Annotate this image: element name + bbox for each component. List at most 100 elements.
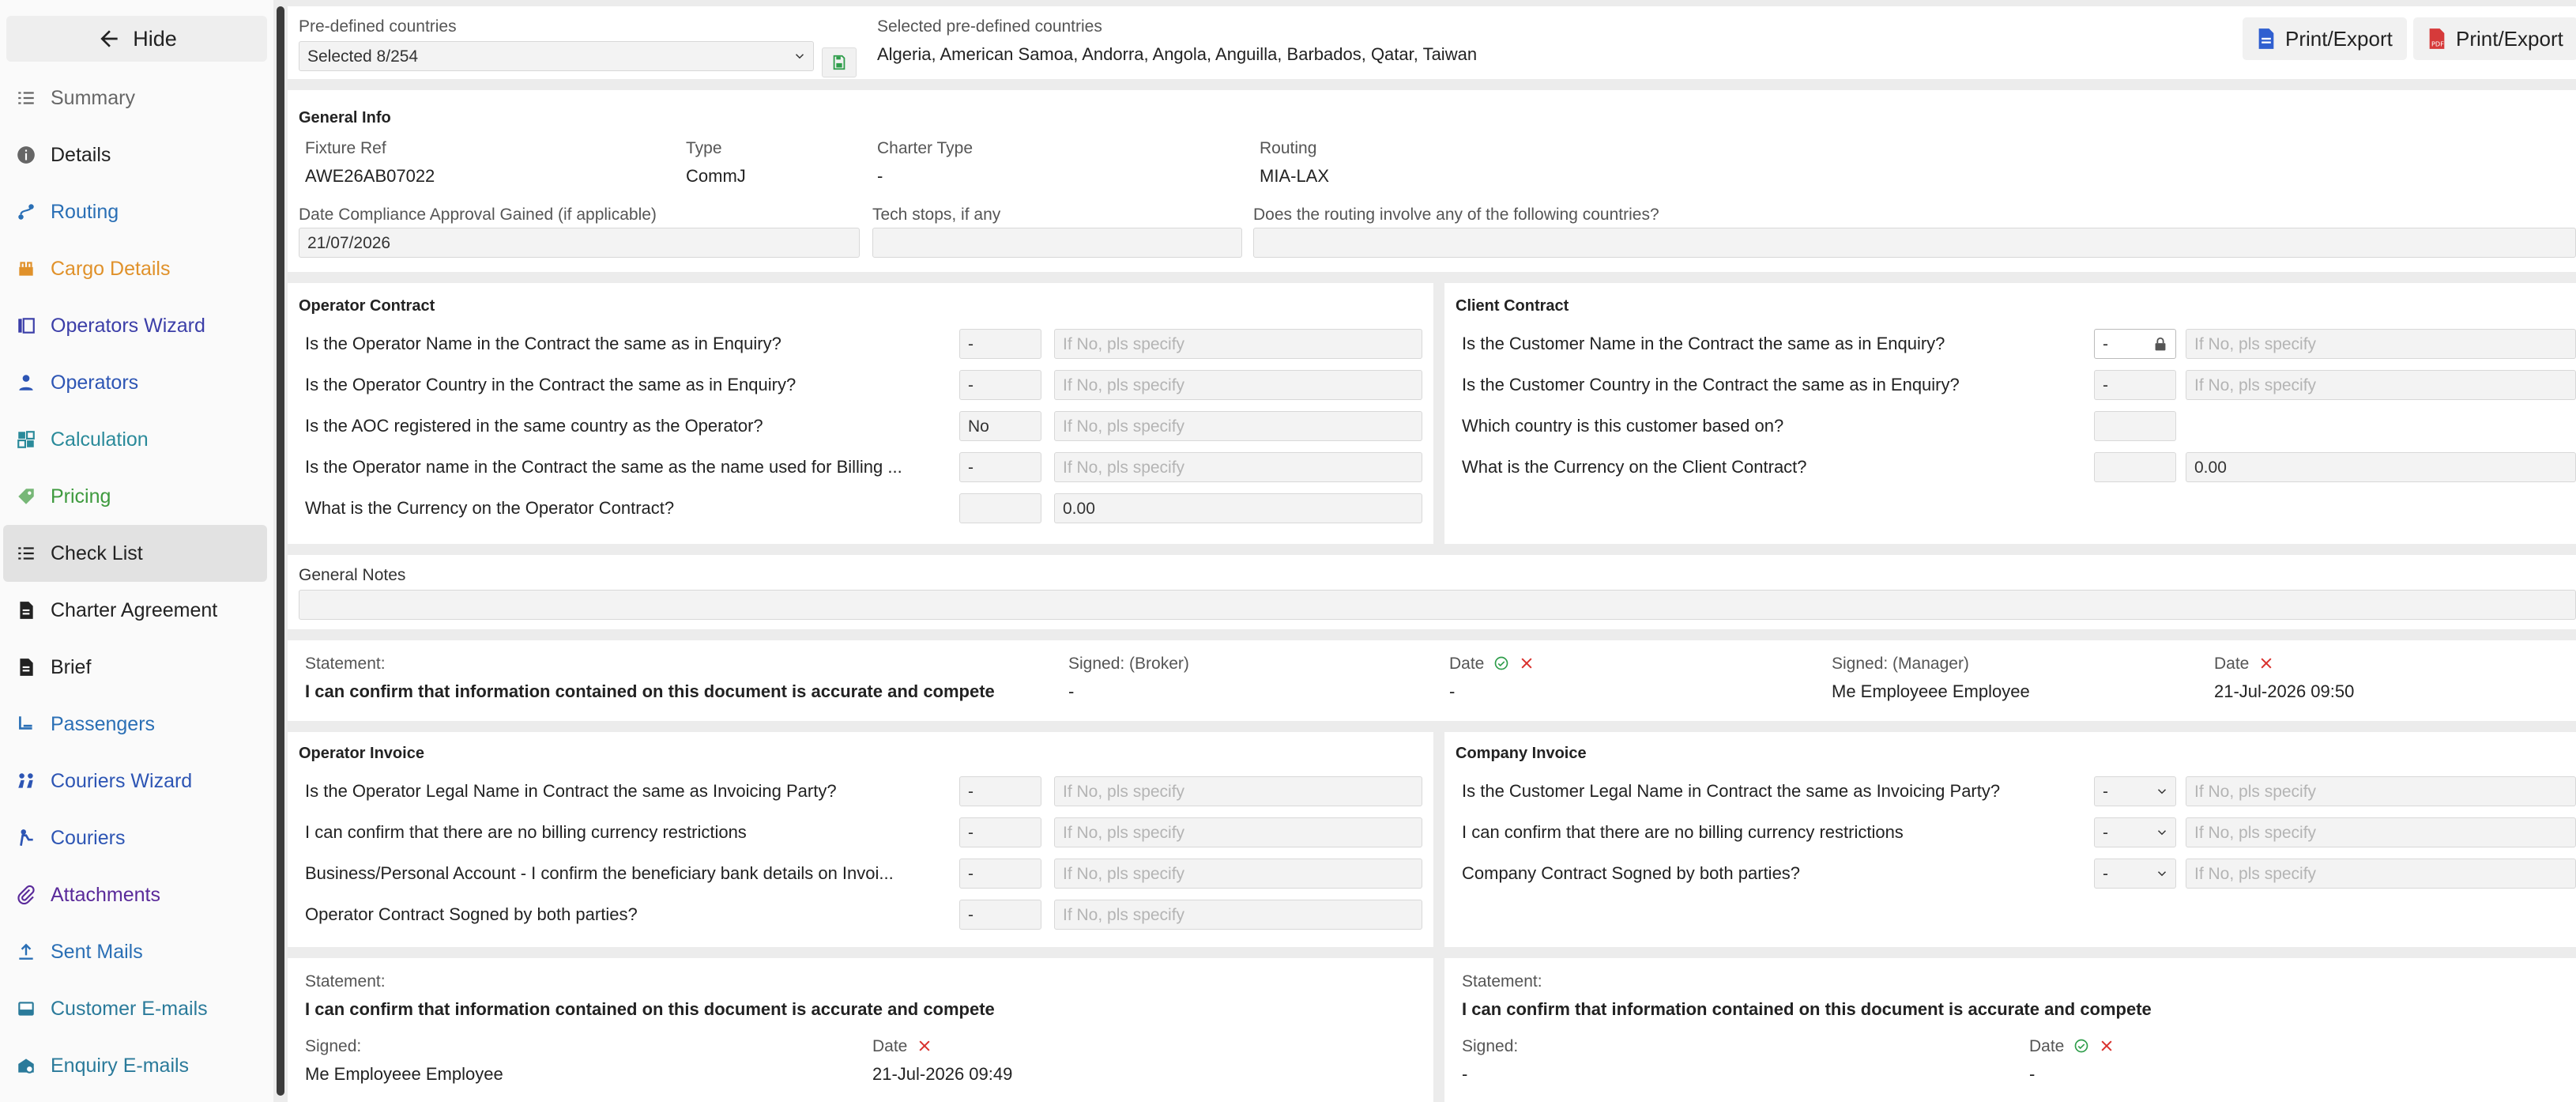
sidebar-item-attachments[interactable]: Attachments (0, 866, 273, 923)
answer-field[interactable]: - (959, 370, 1041, 400)
specify-input[interactable]: 0.00 (2186, 452, 2576, 482)
answer-field[interactable]: - (959, 859, 1041, 889)
answer-field[interactable] (2094, 411, 2176, 441)
question-text: Is the Operator Legal Name in Contract t… (305, 781, 837, 801)
document-icon (16, 600, 36, 621)
sidebar-item-sent-mails[interactable]: Sent Mails (0, 923, 273, 980)
sidebar-nav: Summary Details Routing Cargo Details Operat… (0, 70, 273, 1094)
tech-stops-input[interactable] (872, 228, 1242, 258)
sidebar-item-operators[interactable]: Operators (0, 354, 273, 411)
answer-field[interactable] (959, 493, 1041, 523)
predefined-countries-select[interactable]: Selected 8/254 (299, 41, 814, 71)
selected-countries-label: Selected pre-defined countries (877, 17, 1102, 36)
fixture-ref-value: AWE26AB07022 (305, 166, 435, 186)
enquiry-mail-icon (16, 1055, 36, 1076)
specify-input[interactable]: If No, pls specify (1054, 859, 1422, 889)
answer-select[interactable]: - (2094, 776, 2176, 806)
sidebar-item-summary[interactable]: Summary (0, 70, 273, 126)
signed-label: Signed: (1462, 1037, 1519, 1055)
check-circle-icon[interactable] (2073, 1038, 2089, 1054)
question-text: What is the Currency on the Operator Con… (305, 498, 675, 518)
sidebar-item-charter-agreement[interactable]: Charter Agreement (0, 582, 273, 639)
specify-input[interactable]: If No, pls specify (1054, 329, 1422, 359)
hide-sidebar-button[interactable]: Hide (6, 16, 267, 62)
question-text: Is the Customer Name in the Contract the… (1462, 334, 1945, 353)
chevron-down-icon (2157, 789, 2167, 794)
signed-value: Me Employeee Employee (305, 1064, 503, 1084)
hide-label: Hide (133, 26, 177, 51)
answer-field[interactable]: - (2094, 329, 2176, 359)
specify-input[interactable]: If No, pls specify (2186, 776, 2576, 806)
sidebar-item-enquiry-e-mails[interactable]: Enquiry E-mails (0, 1037, 273, 1094)
specify-input[interactable]: If No, pls specify (1054, 900, 1422, 930)
sidebar-item-operators-wizard[interactable]: Operators Wizard (0, 297, 273, 354)
sidebar-item-routing[interactable]: Routing (0, 183, 273, 240)
chevron-down-icon (2157, 871, 2167, 877)
general-info-title: General Info (299, 109, 391, 126)
specify-input[interactable]: If No, pls specify (1054, 817, 1422, 847)
specify-input[interactable]: If No, pls specify (1054, 776, 1422, 806)
answer-value: - (2103, 783, 2108, 801)
answer-field[interactable]: - (959, 329, 1041, 359)
close-icon[interactable] (917, 1038, 932, 1054)
sidebar-item-couriers-wizard[interactable]: Couriers Wizard (0, 753, 273, 810)
answer-field[interactable]: - (959, 900, 1041, 930)
answer-value: - (968, 376, 974, 394)
answer-field[interactable]: - (959, 452, 1041, 482)
question-text: Is the AOC registered in the same countr… (305, 416, 763, 436)
sidebar-item-label: Calculation (51, 428, 149, 451)
print-export-button-pdf[interactable]: PDF Print/Export (2413, 17, 2576, 60)
save-icon (833, 55, 845, 70)
specify-input[interactable]: If No, pls specify (1054, 370, 1422, 400)
sidebar-item-couriers[interactable]: Couriers (0, 810, 273, 866)
answer-field[interactable]: - (959, 817, 1041, 847)
sidebar-item-check-list[interactable]: Check List (3, 525, 267, 582)
answer-value: - (968, 906, 974, 924)
general-notes-input[interactable] (299, 590, 2576, 620)
sidebar-item-cargo-details[interactable]: Cargo Details (0, 240, 273, 297)
specify-input[interactable]: If No, pls specify (1054, 452, 1422, 482)
answer-field[interactable]: No (959, 411, 1041, 441)
document-icon (2258, 28, 2274, 49)
specify-input[interactable]: If No, pls specify (1054, 411, 1422, 441)
date-compliance-input[interactable]: 21/07/2026 (299, 228, 860, 258)
answer-value: - (968, 865, 974, 883)
close-icon[interactable] (2258, 655, 2274, 671)
statement-label: Statement: (1462, 972, 1542, 991)
answer-field[interactable] (2094, 452, 2176, 482)
sidebar-item-label: Couriers Wizard (51, 769, 193, 792)
sidebar-item-passengers[interactable]: Passengers (0, 696, 273, 753)
sidebar-item-calculation[interactable]: Calculation (0, 411, 273, 468)
routing-countries-input[interactable] (1253, 228, 2576, 258)
sidebar-scrollbar[interactable] (277, 6, 284, 1096)
routing-label: Routing (1260, 139, 1317, 157)
specify-input[interactable]: 0.00 (1054, 493, 1422, 523)
sidebar-item-label: Check List (51, 542, 143, 564)
specify-input[interactable]: If No, pls specify (2186, 329, 2576, 359)
sidebar-item-pricing[interactable]: Pricing (0, 468, 273, 525)
sidebar-item-customer-e-mails[interactable]: Customer E-mails (0, 980, 273, 1037)
date-label-2: Date (2214, 655, 2274, 674)
answer-field[interactable]: - (2094, 370, 2176, 400)
main-content: Pre-defined countries Selected 8/254 Sel… (288, 0, 2576, 1102)
statement-panel-1: Statement: I can confirm that informatio… (288, 640, 2576, 721)
answer-select[interactable]: - (2094, 817, 2176, 847)
answer-select[interactable]: - (2094, 859, 2176, 889)
sidebar-item-label: Sent Mails (51, 940, 143, 963)
answer-field[interactable]: - (959, 776, 1041, 806)
close-icon[interactable] (1519, 655, 1535, 671)
statement-text: I can confirm that information contained… (305, 999, 995, 1019)
save-countries-button[interactable] (822, 47, 857, 77)
specify-input[interactable]: If No, pls specify (2186, 817, 2576, 847)
check-circle-icon[interactable] (1493, 655, 1509, 671)
close-icon[interactable] (2099, 1038, 2115, 1054)
print-export-button-doc[interactable]: Print/Export (2243, 17, 2407, 60)
attachment-icon (16, 885, 36, 905)
sidebar-item-brief[interactable]: Brief (0, 639, 273, 696)
specify-input[interactable]: If No, pls specify (2186, 370, 2576, 400)
specify-input[interactable]: If No, pls specify (2186, 859, 2576, 889)
sidebar-item-details[interactable]: Details (0, 126, 273, 183)
upload-icon (16, 942, 36, 962)
sidebar-item-label: Charter Agreement (51, 598, 218, 621)
operator-contract-panel: Operator Contract Is the Operator Name i… (288, 283, 1433, 544)
